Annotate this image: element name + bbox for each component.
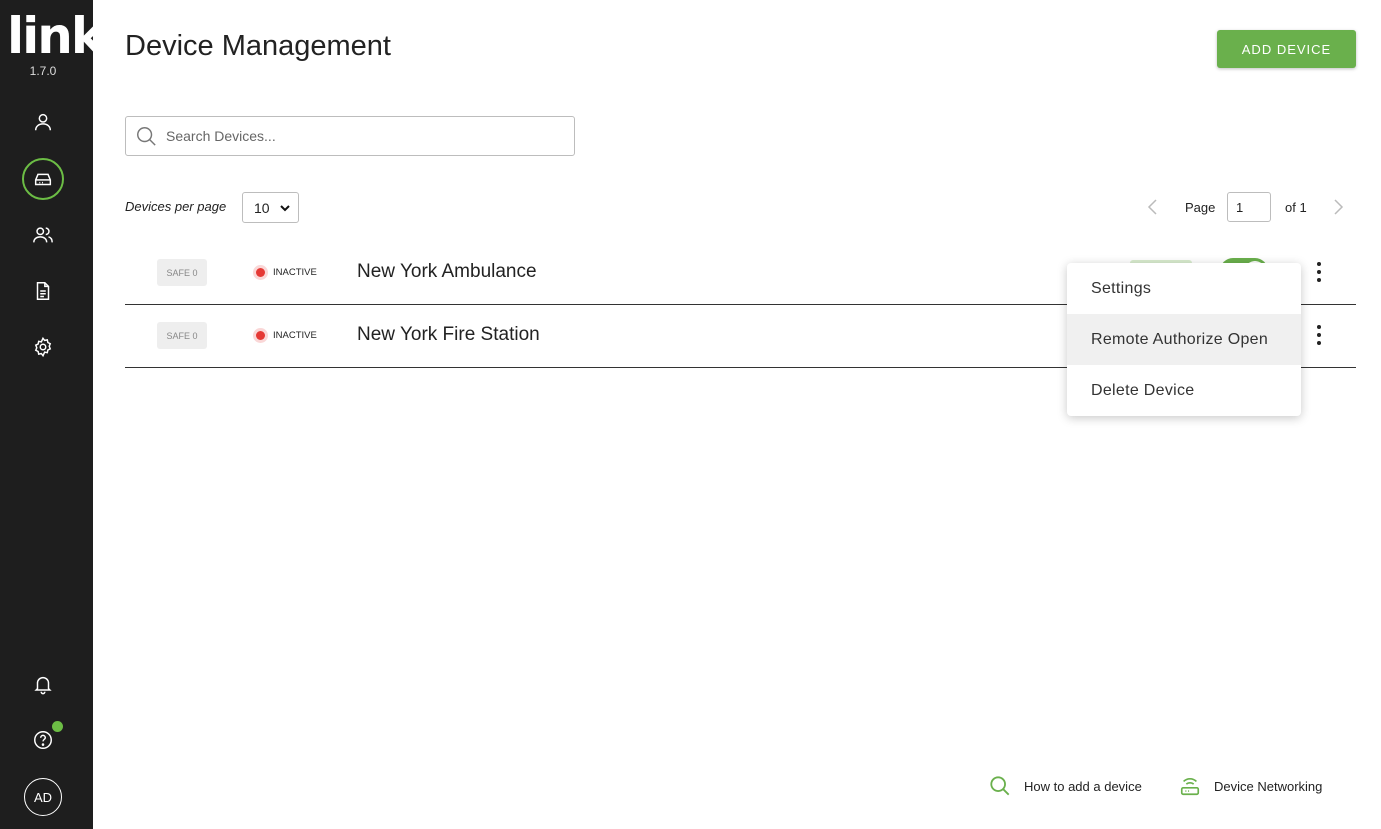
safe-badge: SAFE 0 [157, 322, 207, 349]
how-to-add-device-link[interactable]: How to add a device [989, 775, 1142, 797]
device-networking-link[interactable]: Device Networking [1179, 775, 1322, 797]
sidebar-item-settings[interactable] [22, 326, 64, 368]
search-input[interactable] [166, 128, 546, 144]
page-count: of 1 [1285, 200, 1307, 215]
status-text: INACTIVE [273, 267, 317, 278]
kebab-dot [1317, 325, 1321, 329]
menu-item-delete-device[interactable]: Delete Device [1067, 365, 1301, 416]
sidebar-item-devices[interactable] [22, 158, 64, 200]
search-box[interactable] [125, 116, 575, 156]
app-logo[interactable]: link [7, 11, 104, 61]
page-label: Page [1185, 200, 1216, 215]
chevron-left-icon[interactable] [1145, 198, 1161, 216]
status-text: INACTIVE [273, 330, 317, 341]
notifications-button[interactable] [22, 663, 64, 705]
search-icon [137, 127, 156, 146]
help-icon [34, 731, 52, 749]
menu-item-remote-authorize-open[interactable]: Remote Authorize Open [1067, 314, 1301, 365]
users-icon [33, 227, 53, 243]
device-name[interactable]: New York Fire Station [357, 324, 540, 346]
page-title: Device Management [125, 30, 391, 62]
help-notification-dot [52, 721, 63, 732]
safe-badge: SAFE 0 [157, 259, 207, 286]
sidebar-item-users[interactable] [22, 214, 64, 256]
gear-icon [34, 336, 52, 358]
user-icon [34, 113, 52, 131]
kebab-dot [1317, 278, 1321, 282]
app-version: 1.7.0 [29, 64, 57, 78]
device-context-menu: Settings Remote Authorize Open Delete De… [1067, 263, 1301, 416]
chevron-down-icon [280, 205, 290, 212]
sidebar-item-profile[interactable] [22, 101, 64, 143]
status-dot [256, 268, 265, 277]
per-page-value: 10 [254, 199, 270, 216]
chevron-right-icon[interactable] [1330, 198, 1346, 216]
document-icon [36, 282, 50, 300]
kebab-dot [1317, 341, 1321, 345]
router-icon [1180, 777, 1200, 796]
how-to-add-device-label: How to add a device [1024, 778, 1142, 794]
per-page-select[interactable]: 10 [242, 192, 299, 223]
kebab-dot [1317, 262, 1321, 266]
per-page-label: Devices per page [125, 199, 227, 214]
sidebar: link 1.7.0 AD [0, 0, 104, 829]
kebab-dot [1317, 270, 1321, 274]
avatar[interactable]: AD [24, 778, 62, 816]
page-number-input[interactable]: 1 [1227, 192, 1271, 222]
more-options-button[interactable] [1311, 323, 1327, 347]
device-icon [34, 173, 52, 186]
add-device-button[interactable]: ADD DEVICE [1217, 30, 1356, 68]
more-options-button[interactable] [1311, 260, 1327, 284]
device-name[interactable]: New York Ambulance [357, 261, 537, 283]
search-icon [990, 776, 1010, 796]
kebab-dot [1317, 333, 1321, 337]
device-networking-label: Device Networking [1214, 778, 1323, 794]
status-dot [256, 331, 265, 340]
sidebar-item-logs[interactable] [22, 270, 64, 312]
bell-icon [34, 676, 52, 695]
menu-item-settings[interactable]: Settings [1067, 263, 1301, 314]
